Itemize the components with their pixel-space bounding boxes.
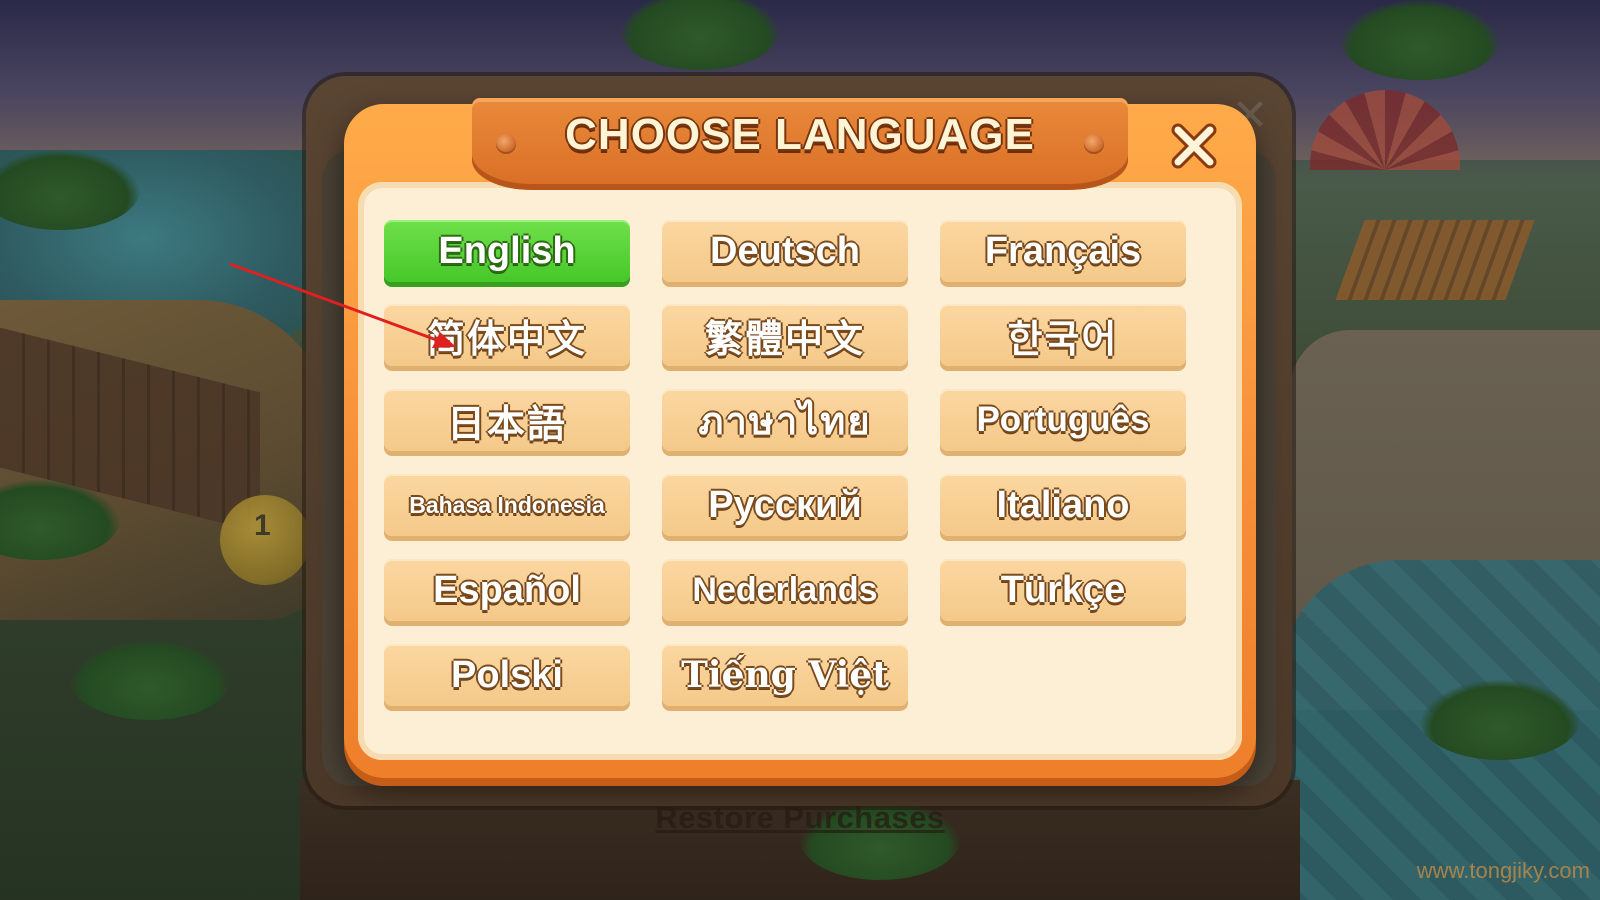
language-button-korean[interactable]: 한국어 [940,304,1186,366]
language-label: Русский [708,483,862,526]
language-button-simplified-chinese[interactable]: 简体中文 [384,304,630,366]
close-x-icon [1171,123,1217,169]
language-label: Polski [451,653,563,696]
language-button-turkce[interactable]: Türkçe [940,559,1186,621]
language-label: 한국어 [1007,316,1119,361]
level-badge: 1 [220,495,310,585]
language-label: Italiano [996,483,1130,526]
language-label: Português [976,400,1150,439]
language-label: English [438,229,576,272]
language-button-tieng-viet[interactable]: Tiếng Việt [662,644,908,706]
language-label: Español [433,568,581,611]
language-button-deutsch[interactable]: Deutsch [662,220,908,282]
restore-purchases-link[interactable]: Restore Purchases [640,800,960,840]
language-button-english[interactable]: English [384,220,630,282]
language-label: Bahasa Indonesia [409,491,605,518]
language-label: Türkçe [1000,568,1126,611]
background-lounge-chair [1335,220,1535,300]
level-badge-number: 1 [254,509,271,542]
language-button-thai[interactable]: ภาษาไทย [662,389,908,451]
language-button-espanol[interactable]: Español [384,559,630,621]
language-label: 简体中文 [426,316,587,361]
choose-language-dialog: CHOOSE LANGUAGE English Deutsch Français… [344,98,1256,778]
language-label: ภาษาไทย [698,398,872,443]
watermark: www.tongjiky.com [1416,858,1590,883]
language-label: Deutsch [710,229,860,272]
title-banner: CHOOSE LANGUAGE [472,98,1128,190]
language-button-japanese[interactable]: 日本語 [384,389,630,451]
dialog-title: CHOOSE LANGUAGE [565,110,1035,159]
language-label: 日本語 [446,401,567,446]
language-button-bahasa-indonesia[interactable]: Bahasa Indonesia [384,474,630,536]
game-screen: 1 ✕ Restore Purchases www.tongjiky.com C… [0,0,1600,900]
language-button-francais[interactable]: Français [940,220,1186,282]
language-label: Tiếng Việt [681,654,889,696]
close-button[interactable] [1164,116,1224,176]
language-label: 繁體中文 [704,316,865,361]
language-button-portugues[interactable]: Português [940,389,1186,451]
language-button-nederlands[interactable]: Nederlands [662,559,908,621]
language-button-polski[interactable]: Polski [384,644,630,706]
language-label: Français [984,229,1142,272]
language-button-traditional-chinese[interactable]: 繁體中文 [662,304,908,366]
language-label: Nederlands [692,570,878,609]
language-button-italiano[interactable]: Italiano [940,474,1186,536]
language-button-russian[interactable]: Русский [662,474,908,536]
